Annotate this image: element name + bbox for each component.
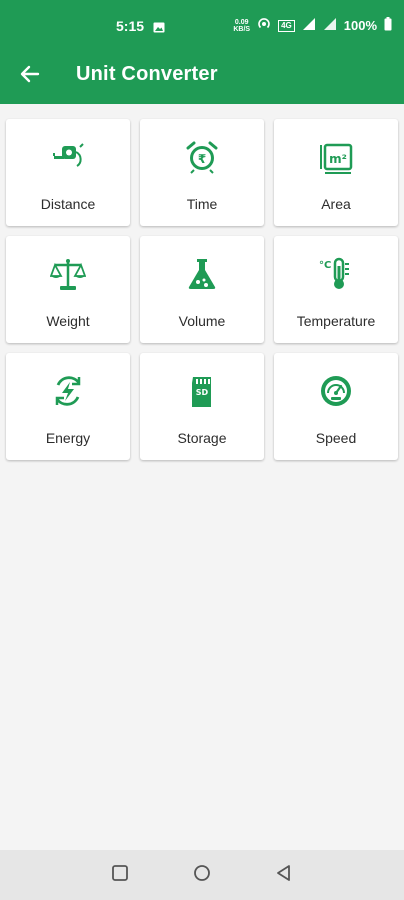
tape-measure-icon: [50, 139, 86, 175]
back-button[interactable]: [16, 62, 44, 90]
image-notification-icon: [153, 20, 165, 38]
recents-square-icon: [111, 864, 129, 887]
flask-icon: [184, 256, 220, 292]
tile-area[interactable]: m² Area: [274, 119, 398, 226]
tile-label: Speed: [315, 430, 357, 446]
speedometer-icon: [318, 373, 354, 409]
network-speed: 0.09 KB/S: [233, 19, 250, 33]
network-speed-value: 0.09: [234, 18, 249, 26]
tile-speed[interactable]: Speed: [274, 353, 398, 460]
back-triangle-icon: [275, 864, 293, 887]
svg-text:₹: ₹: [198, 152, 206, 166]
signal-2-icon: [323, 17, 337, 34]
status-bar: 5:15 0.09 KB/S 4G 100%: [0, 0, 404, 54]
tile-label: Time: [186, 196, 218, 212]
tile-distance[interactable]: Distance: [6, 119, 130, 226]
tile-energy[interactable]: Energy: [6, 353, 130, 460]
tile-storage[interactable]: SD Storage: [140, 353, 264, 460]
hotspot-icon: [257, 17, 271, 34]
tile-label: Storage: [177, 430, 227, 446]
home-button[interactable]: [191, 864, 213, 886]
tile-label: Weight: [46, 313, 90, 329]
back-nav-button[interactable]: [273, 864, 295, 886]
status-time: 5:15: [116, 18, 145, 34]
network-type-badge: 4G: [278, 19, 295, 32]
energy-cycle-icon: [50, 373, 86, 409]
battery-text: 100%: [343, 18, 377, 33]
tile-label: Temperature: [296, 313, 376, 329]
alarm-clock-rupee-icon: ₹: [184, 139, 220, 175]
svg-text:°C: °C: [319, 260, 331, 271]
app-bar: Unit Converter: [0, 54, 404, 104]
tile-label: Volume: [178, 313, 226, 329]
arrow-left-icon: [20, 64, 40, 89]
tile-label: Energy: [45, 430, 91, 446]
page-title: Unit Converter: [76, 63, 218, 85]
sd-card-icon: SD: [184, 373, 220, 409]
svg-text:m²: m²: [329, 152, 347, 166]
recents-button[interactable]: [109, 864, 131, 886]
thermometer-icon: °C: [318, 256, 354, 292]
balance-scale-icon: [49, 256, 87, 292]
system-nav-bar: [0, 850, 404, 900]
battery-icon: [384, 17, 392, 34]
tile-label: Distance: [40, 196, 96, 212]
tile-weight[interactable]: Weight: [6, 236, 130, 343]
converter-grid: Distance ₹ Time m² Area Weight Volume °C…: [6, 119, 398, 460]
tile-label: Area: [321, 196, 351, 212]
screen: 5:15 0.09 KB/S 4G 100% Unit Converter Di…: [0, 0, 404, 900]
tile-time[interactable]: ₹ Time: [140, 119, 264, 226]
area-m2-icon: m²: [318, 139, 354, 175]
network-speed-unit: KB/S: [233, 25, 251, 33]
home-circle-icon: [193, 864, 211, 887]
signal-icon: [302, 17, 316, 34]
status-icons: 0.09 KB/S 4G 100%: [233, 17, 392, 34]
tile-volume[interactable]: Volume: [140, 236, 264, 343]
svg-text:SD: SD: [196, 388, 209, 397]
tile-temperature[interactable]: °C Temperature: [274, 236, 398, 343]
